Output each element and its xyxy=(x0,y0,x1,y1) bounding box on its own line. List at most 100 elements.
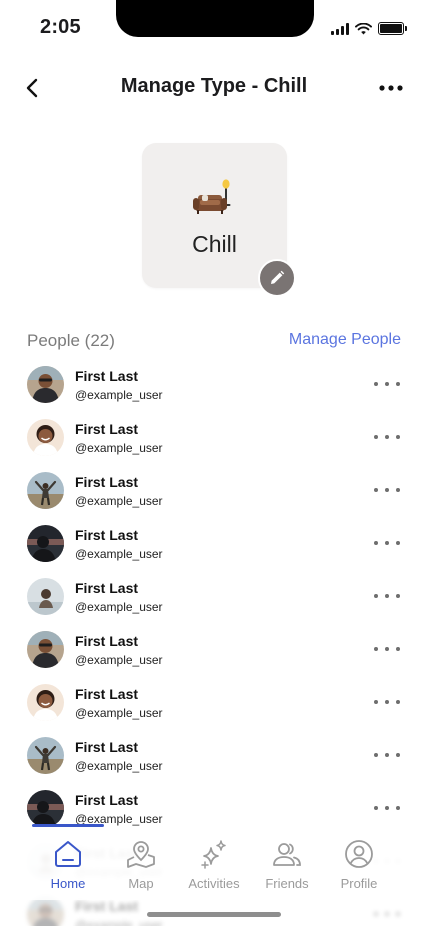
person-name: First Last xyxy=(75,633,139,649)
person-handle: @example_user xyxy=(75,759,163,773)
person-name: First Last xyxy=(75,580,139,596)
tab-activities[interactable]: Activities xyxy=(178,838,250,896)
person-handle: @example_user xyxy=(75,494,163,508)
person-more-button[interactable] xyxy=(374,745,400,765)
person-row[interactable]: First Last @example_user xyxy=(0,358,428,411)
person-handle: @example_user xyxy=(75,653,163,667)
ellipsis-dot xyxy=(385,435,389,439)
person-more-button[interactable] xyxy=(374,480,400,500)
person-handle: @example_user xyxy=(75,547,163,561)
ellipsis-icon xyxy=(379,85,403,91)
signal-icon xyxy=(331,22,349,35)
ellipsis-dot xyxy=(374,806,378,810)
tab-home[interactable]: Home xyxy=(32,838,104,896)
tab-friends[interactable]: Friends xyxy=(251,838,323,896)
status-bar: 2:05 xyxy=(0,0,428,50)
avatar xyxy=(27,366,64,403)
person-row[interactable]: First Last @example_user xyxy=(0,411,428,464)
tab-map-label: Map xyxy=(128,876,154,891)
ellipsis-dot xyxy=(385,541,389,545)
friends-icon xyxy=(273,843,301,866)
active-tab-indicator xyxy=(32,824,104,827)
person-name: First Last xyxy=(75,474,139,490)
header: Manage Type - Chill xyxy=(0,66,428,110)
person-handle: @example_user xyxy=(75,441,163,455)
avatar xyxy=(27,790,64,827)
ellipsis-dot xyxy=(385,647,389,651)
ellipsis-dot xyxy=(396,753,400,757)
ellipsis-dot xyxy=(396,647,400,651)
avatar xyxy=(27,896,64,926)
ellipsis-dot xyxy=(385,594,389,598)
person-more-button[interactable] xyxy=(374,692,400,712)
person-row[interactable]: First Last@example_user xyxy=(0,517,428,570)
person-more-button[interactable] xyxy=(374,374,400,394)
device-notch xyxy=(116,0,314,37)
edit-type-button[interactable] xyxy=(258,259,296,297)
tab-profile[interactable]: Profile xyxy=(323,838,395,896)
person-more-button[interactable] xyxy=(374,533,400,553)
avatar xyxy=(27,737,64,774)
people-section-header: People (22) Manage People xyxy=(27,331,401,353)
ellipsis-dot xyxy=(396,700,400,704)
ellipsis-dot xyxy=(385,806,389,810)
ellipsis-dot xyxy=(396,806,400,810)
tab-activities-label: Activities xyxy=(188,876,240,891)
person-handle: @example_user xyxy=(75,600,163,614)
ellipsis-dot xyxy=(374,435,378,439)
tab-home-label: Home xyxy=(50,876,86,891)
ellipsis-dot xyxy=(374,912,378,916)
tab-profile-label: Profile xyxy=(340,876,378,891)
ellipsis-dot xyxy=(374,594,378,598)
ellipsis-dot xyxy=(374,647,378,651)
ellipsis-dot xyxy=(374,541,378,545)
home-indicator xyxy=(147,912,281,917)
ellipsis-dot xyxy=(385,753,389,757)
ellipsis-dot xyxy=(396,488,400,492)
avatar xyxy=(27,419,64,456)
tab-friends-label: Friends xyxy=(265,876,309,891)
ellipsis-dot xyxy=(374,382,378,386)
tab-bar: Home Map Activities Friends Profile xyxy=(0,830,428,900)
person-more-button[interactable] xyxy=(374,586,400,606)
person-row[interactable]: First Last @example_user xyxy=(0,676,428,729)
ellipsis-dot xyxy=(396,435,400,439)
person-name: First Last xyxy=(75,368,139,384)
person-more-button[interactable] xyxy=(374,427,400,447)
person-name: First Last xyxy=(75,421,139,437)
wifi-icon xyxy=(355,22,372,34)
person-more-button[interactable] xyxy=(374,639,400,659)
person-handle: @example_user xyxy=(75,706,163,720)
ellipsis-dot xyxy=(396,541,400,545)
person-name: First Last xyxy=(75,686,139,702)
person-name: First Last xyxy=(75,792,139,808)
status-time: 2:05 xyxy=(40,16,81,38)
person-row[interactable]: First Last @example_user xyxy=(0,570,428,623)
tab-map[interactable]: Map xyxy=(105,838,177,896)
ellipsis-dot xyxy=(374,488,378,492)
pencil-icon xyxy=(271,270,285,284)
person-more-button[interactable] xyxy=(374,904,400,924)
person-more-button[interactable] xyxy=(374,798,400,818)
person-row[interactable]: First Last @example_user xyxy=(0,623,428,676)
page-title: Manage Type - Chill xyxy=(120,75,308,97)
avatar xyxy=(27,631,64,668)
manage-people-link[interactable]: Manage People xyxy=(289,331,401,349)
ellipsis-dot xyxy=(385,700,389,704)
ellipsis-dot xyxy=(374,753,378,757)
person-row[interactable]: First Last@example_user xyxy=(0,782,428,835)
person-row[interactable]: First Last @example_user xyxy=(0,464,428,517)
sparkles-icon xyxy=(201,840,226,869)
people-count: People (22) xyxy=(27,331,115,350)
profile-icon xyxy=(345,840,373,868)
ellipsis-dot xyxy=(374,700,378,704)
avatar xyxy=(27,472,64,509)
person-name: First Last xyxy=(75,739,139,755)
ellipsis-dot xyxy=(396,912,400,916)
person-handle: @example_user xyxy=(75,388,163,402)
type-name: Chill xyxy=(192,231,237,257)
ellipsis-dot xyxy=(396,594,400,598)
more-options-button[interactable] xyxy=(376,74,406,102)
ellipsis-dot xyxy=(385,912,389,916)
person-row[interactable]: First Last @example_user xyxy=(0,729,428,782)
